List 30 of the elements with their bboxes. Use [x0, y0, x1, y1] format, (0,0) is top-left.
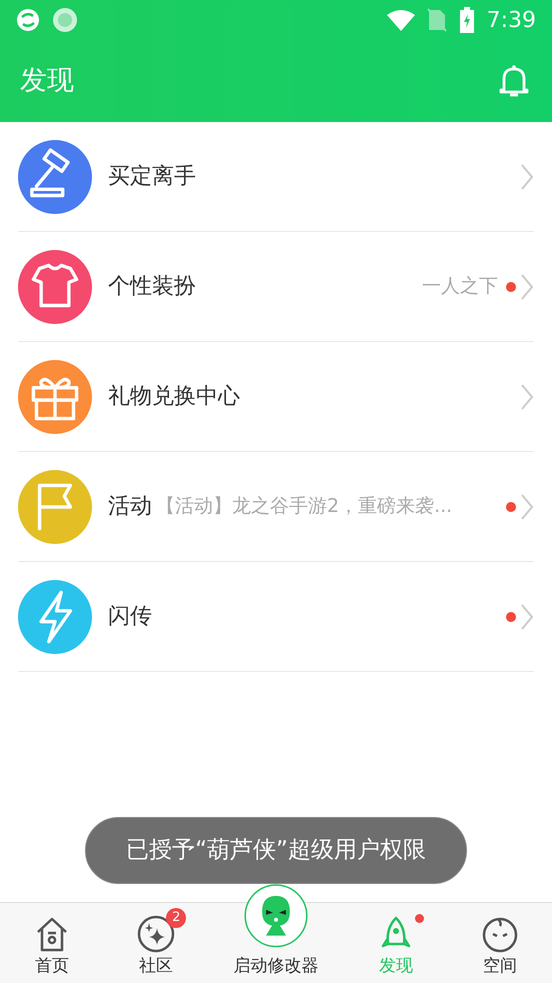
- battery-charging-icon: [458, 7, 475, 33]
- menu-title: 活动: [108, 493, 152, 521]
- menu-item[interactable]: 礼物兑换中心: [18, 342, 534, 452]
- chevron-icon: [520, 272, 534, 300]
- wifi-icon: [386, 9, 415, 31]
- menu-title: 个性装扮: [108, 273, 196, 301]
- menu-item[interactable]: 个性装扮 一人之下: [18, 232, 534, 342]
- nav-tab[interactable]: 2 社区: [104, 903, 208, 983]
- launch-tab[interactable]: 启动修改器: [208, 884, 344, 983]
- nav-tab[interactable]: 空间: [448, 903, 552, 983]
- chevron-icon: [520, 602, 534, 630]
- chevron-icon: [520, 382, 534, 410]
- menu-item[interactable]: 买定离手: [18, 122, 534, 232]
- menu-title: 买定离手: [108, 163, 196, 191]
- nav-tab[interactable]: 首页: [0, 903, 104, 983]
- count-badge: 2: [166, 908, 186, 928]
- chevron-icon: [520, 162, 534, 190]
- menu-item[interactable]: 闪传: [18, 562, 534, 672]
- page-title: 发现: [20, 64, 75, 98]
- app-icon: [16, 8, 40, 32]
- chevron-icon: [520, 492, 534, 520]
- menu-subtitle: 一人之下: [422, 274, 498, 300]
- menu-subtitle: 【活动】龙之谷手游2，重磅来袭...: [156, 494, 454, 520]
- menu-title: 礼物兑换中心: [108, 383, 240, 411]
- app-icon: [52, 7, 78, 33]
- toast-message: 已授予“葫芦侠”超级用户权限: [85, 817, 467, 884]
- menu-title: 闪传: [108, 603, 152, 631]
- no-sim-icon: [426, 8, 447, 32]
- menu-item[interactable]: 活动 【活动】龙之谷手游2，重磅来袭...: [18, 452, 534, 562]
- clock-time: 7:39: [486, 6, 536, 34]
